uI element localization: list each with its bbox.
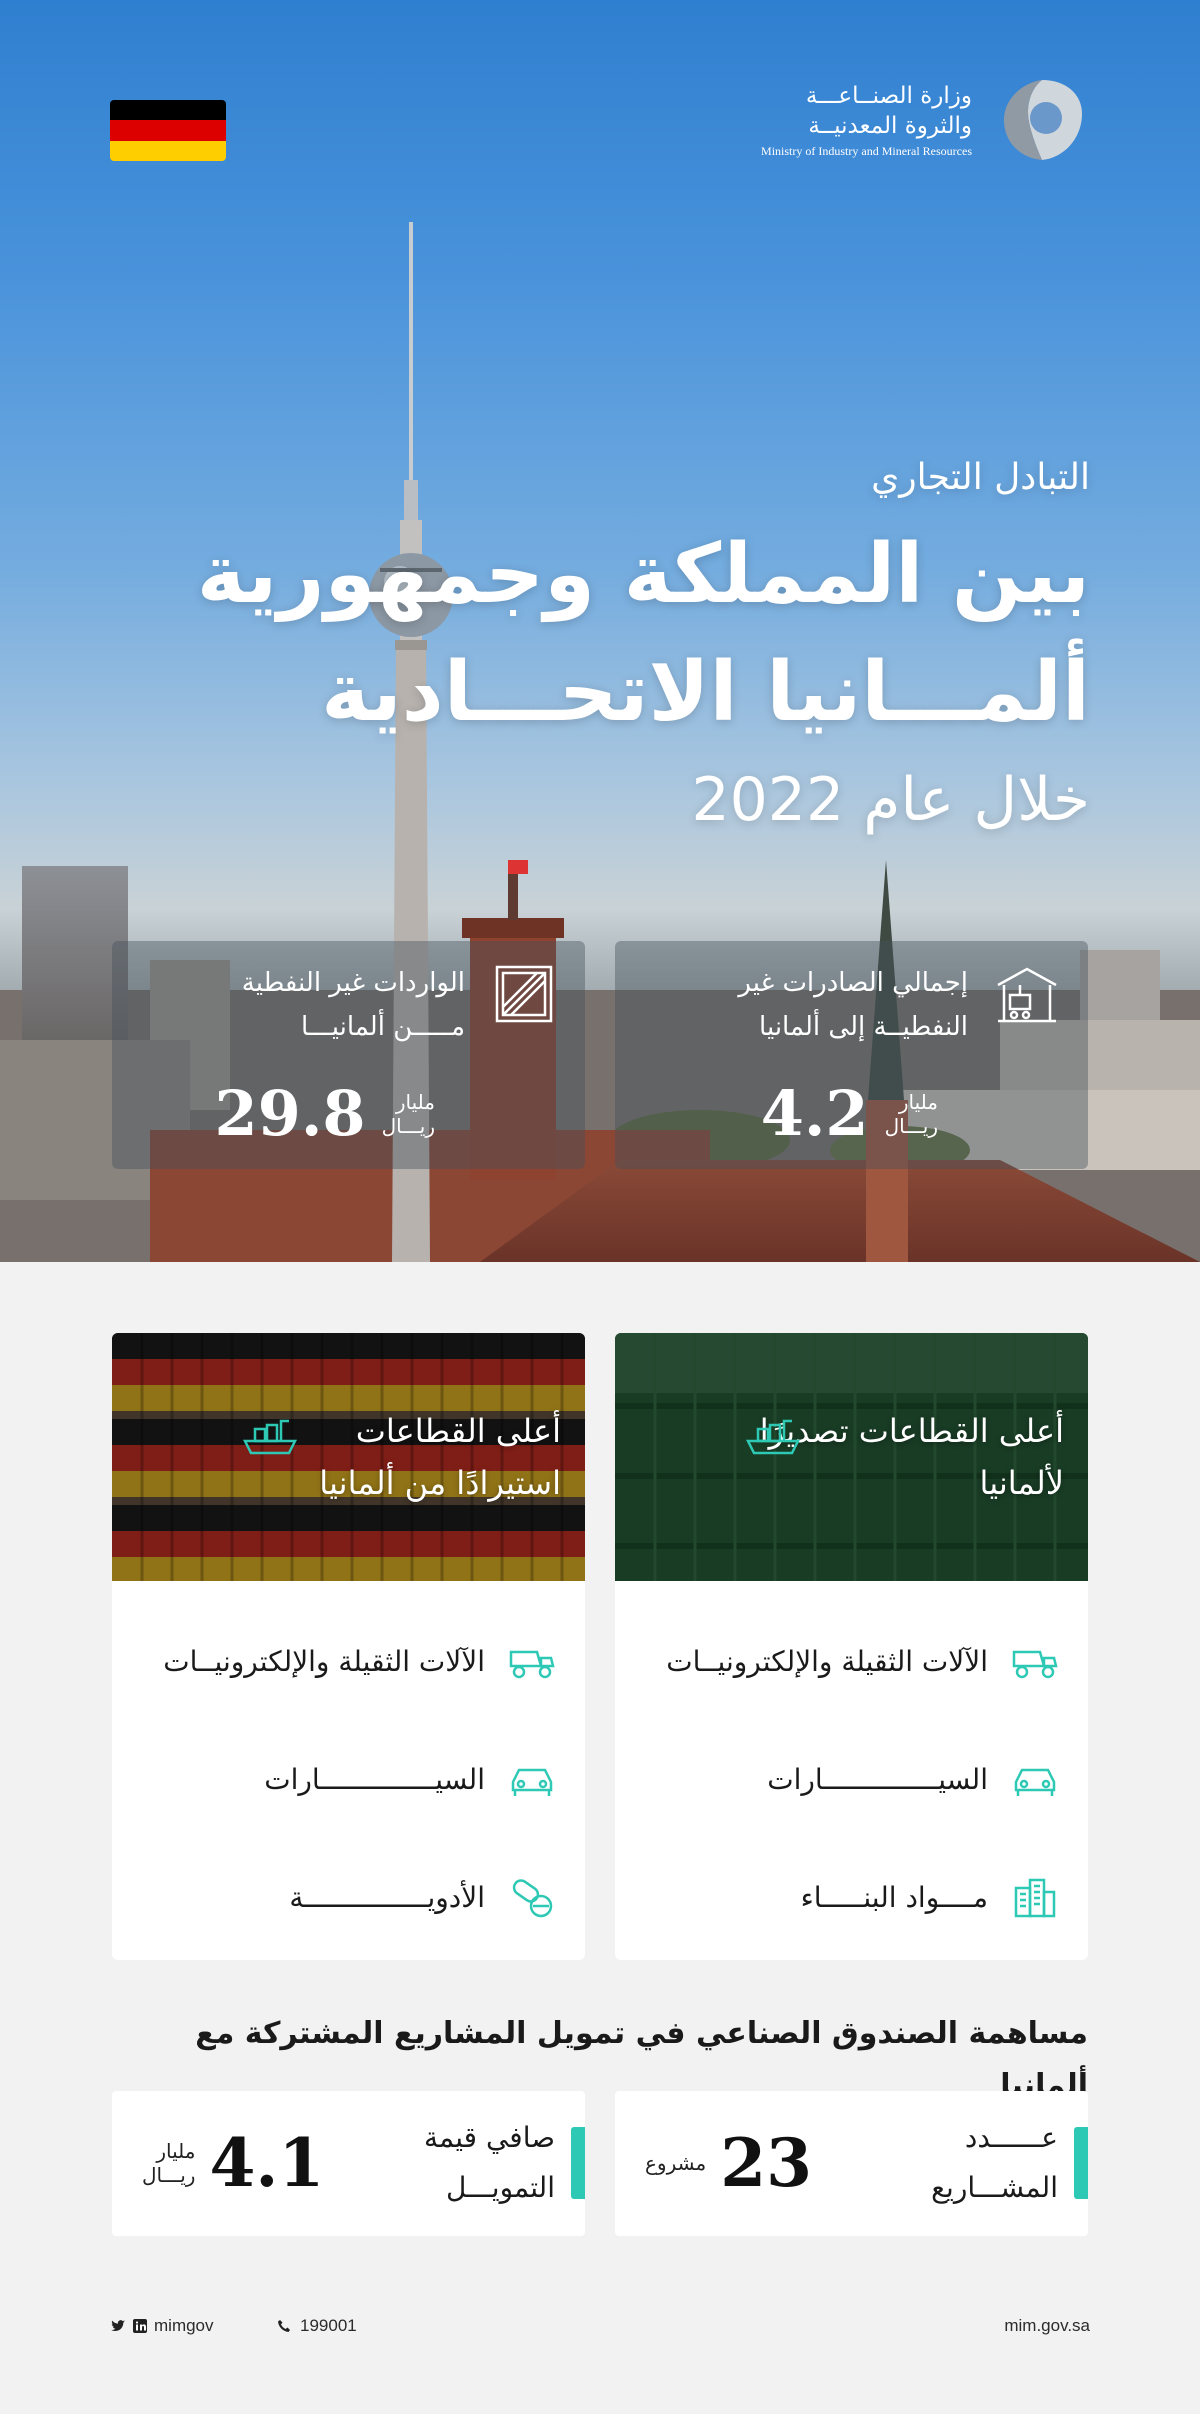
export-sectors-header: أعلى القطاعات تصديرًا لألمانيا [615, 1333, 1088, 1581]
car-icon [1014, 1768, 1056, 1796]
cargo-ship-icon [745, 1419, 801, 1455]
hero-banner: وزارة الصنــاعـــة والثروة المعدنيــة Mi… [0, 0, 1200, 1262]
phone-contact[interactable]: 199001 [276, 2316, 357, 2336]
imports-stat-card: الواردات غير النفطية مـــــن ألمانيـــا … [112, 941, 585, 1169]
list-item: السيــــــــــــــارات [137, 1721, 557, 1839]
linkedin-icon[interactable] [132, 2318, 148, 2334]
imports-stat-number: 29.8 [214, 1077, 366, 1150]
exports-stat-value: 4.2 مليار ريـــال [761, 1079, 938, 1149]
exports-stat-head: إجمالي الصادرات غير النفطيــة إلى ألماني… [738, 961, 1060, 1049]
buildings-icon [1014, 1878, 1056, 1918]
fund-financing-card: صافي قيمة التمويـــل مليار ريـــال 4.1 [112, 2091, 585, 2236]
fund-financing-unit-line1: مليار [156, 2139, 196, 2163]
imports-stat-unit-line2: ريـــال [381, 1114, 435, 1138]
fund-financing-unit: مليار ريـــال [142, 2139, 195, 2187]
ministry-name-ar-line2: والثروة المعدنيــة [808, 113, 972, 139]
fund-financing-label: صافي قيمة التمويـــل [405, 2113, 555, 2213]
sector-item-label: الآلات الثقيلة والإلكترونيــات [163, 1645, 485, 1678]
sector-item-label: السيــــــــــــــارات [264, 1763, 485, 1796]
exports-stat-unit-line1: مليار [898, 1090, 938, 1114]
fund-projects-label: عــــــدد المشـــاريع [908, 2113, 1058, 2213]
sector-item-label: السيــــــــــــــارات [767, 1763, 988, 1796]
hero-subtitle: خلال عام 2022 [691, 765, 1090, 835]
import-sectors-list: الآلات الثقيلة والإلكترونيــات السيـــــ… [137, 1603, 557, 1957]
car-icon [511, 1768, 553, 1796]
fund-financing-value: مليار ريـــال 4.1 [142, 2121, 324, 2205]
hero-title: بين المملكة وجمهورية ألمـــانيا الاتحـــ… [110, 516, 1090, 752]
imports-stat-label-line1: الواردات غير النفطية [241, 968, 465, 998]
top-export-sectors-card: أعلى القطاعات تصديرًا لألمانيا الآلات ال… [615, 1333, 1088, 1960]
fund-financing-label-line2: التمويـــل [445, 2171, 555, 2204]
list-item: الآلات الثقيلة والإلكترونيــات [137, 1603, 557, 1721]
sector-item-label: مــــواد البنـــــاء [800, 1881, 988, 1914]
hero-title-line1: بين المملكة وجمهورية [196, 527, 1090, 622]
imports-stat-label: الواردات غير النفطية مـــــن ألمانيـــا [242, 961, 465, 1049]
imports-stat-unit-line1: مليار [395, 1090, 435, 1114]
export-sectors-title-row: أعلى القطاعات تصديرًا لألمانيا [744, 1405, 1064, 1509]
exports-stat-label-line1: إجمالي الصادرات غير [738, 968, 968, 998]
twitter-icon[interactable] [110, 2318, 126, 2334]
social-links[interactable]: mimgov [110, 2316, 214, 2336]
social-handle[interactable]: mimgov [154, 2316, 214, 2336]
exports-stat-unit: مليار ريـــال [885, 1090, 938, 1138]
list-item: الأدويـــــــــــــــة [137, 1839, 557, 1957]
exports-stat-label-line2: النفطيــة إلى ألمانيا [759, 1012, 968, 1042]
fund-projects-number: 23 [720, 2124, 813, 2202]
accent-bar [571, 2127, 585, 2199]
footer: mimgov 199001 mim.gov.sa [110, 2312, 1090, 2342]
top-import-sectors-card: أعلى القطاعات استيرادًا من ألمانيا الآلا… [112, 1333, 585, 1960]
import-sectors-title-row: أعلى القطاعات استيرادًا من ألمانيا [241, 1405, 561, 1509]
imports-stat-value: 29.8 مليار ريـــال [215, 1079, 435, 1149]
port-crane-icon [997, 967, 1057, 1023]
ministry-logo-text: وزارة الصنــاعـــة والثروة المعدنيــة Mi… [761, 81, 972, 159]
ministry-name-en: Ministry of Industry and Mineral Resourc… [761, 144, 972, 158]
exports-stat-unit-line2: ريـــال [884, 1114, 938, 1138]
fund-projects-value: مشروع 23 [645, 2121, 812, 2205]
imports-stat-head: الواردات غير النفطية مـــــن ألمانيـــا [242, 961, 557, 1049]
sector-item-label: الأدويـــــــــــــــة [289, 1881, 485, 1914]
exports-stat-label: إجمالي الصادرات غير النفطيــة إلى ألماني… [738, 961, 968, 1049]
exports-stat-number: 4.2 [760, 1077, 869, 1150]
fund-financing-label-line1: صافي قيمة [424, 2121, 555, 2154]
ministry-logo[interactable]: وزارة الصنــاعـــة والثروة المعدنيــة Mi… [761, 72, 1090, 168]
accent-bar [1074, 2127, 1088, 2199]
hero-heading: التبادل التجاري بين المملكة وجمهورية ألم… [110, 448, 1090, 844]
fund-financing-unit-line2: ريـــال [142, 2163, 196, 2187]
ministry-name-ar-line1: وزارة الصنــاعـــة [805, 83, 972, 109]
export-sectors-list: الآلات الثقيلة والإلكترونيــات السيـــــ… [640, 1603, 1060, 1957]
imports-stat-unit: مليار ريـــال [382, 1090, 435, 1138]
hero-kicker: التبادل التجاري [871, 457, 1090, 498]
pills-icon [512, 1879, 553, 1918]
fund-projects-card: عــــــدد المشـــاريع مشروع 23 [615, 2091, 1088, 2236]
website-link[interactable]: mim.gov.sa [1004, 2316, 1090, 2336]
exports-stat-card: إجمالي الصادرات غير النفطيــة إلى ألماني… [615, 941, 1088, 1169]
list-item: الآلات الثقيلة والإلكترونيــات [640, 1603, 1060, 1721]
phone-number[interactable]: 199001 [300, 2316, 357, 2336]
hero-title-line2: ألمـــانيا الاتحـــادية [321, 645, 1090, 740]
fund-projects-unit: مشروع [645, 2151, 707, 2175]
ministry-ribbon-logo-icon [1004, 80, 1082, 160]
phone-icon [278, 2320, 290, 2332]
germany-flag-icon [110, 100, 226, 161]
fund-financing-number: 4.1 [209, 2124, 325, 2202]
import-sectors-header: أعلى القطاعات استيرادًا من ألمانيا [112, 1333, 585, 1581]
list-item: السيــــــــــــــارات [640, 1721, 1060, 1839]
sector-item-label: الآلات الثقيلة والإلكترونيــات [666, 1645, 988, 1678]
fund-projects-label-line2: المشـــاريع [931, 2171, 1058, 2204]
dump-truck-icon [509, 1650, 555, 1679]
cargo-ship-icon [242, 1419, 298, 1455]
imports-stat-label-line2: مـــــن ألمانيـــا [300, 1012, 465, 1042]
list-item: مــــواد البنـــــاء [640, 1839, 1060, 1957]
fund-projects-label-line1: عــــــدد [964, 2121, 1058, 2154]
cargo-crate-icon [495, 965, 553, 1023]
dump-truck-icon [1012, 1650, 1058, 1679]
